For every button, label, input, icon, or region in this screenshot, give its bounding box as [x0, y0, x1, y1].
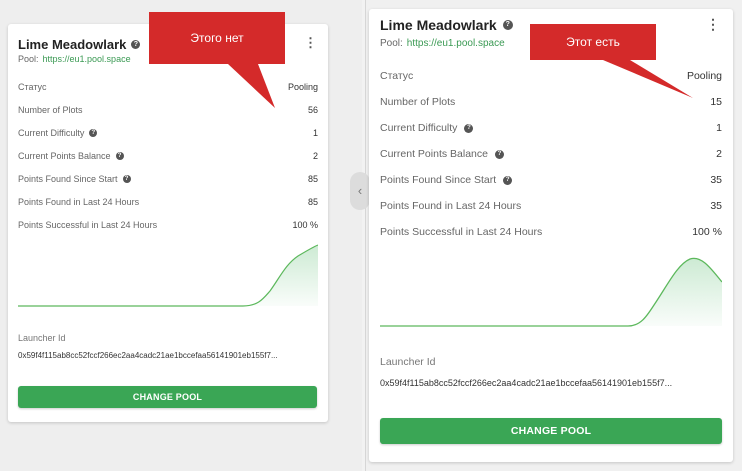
annotation-arrow-right	[603, 60, 693, 98]
annotation-note-right: Этот есть	[530, 24, 656, 60]
annotation-arrow-left	[228, 64, 275, 108]
annotation-arrows	[228, 60, 693, 108]
annotation-note-left: Этого нет	[149, 12, 285, 64]
